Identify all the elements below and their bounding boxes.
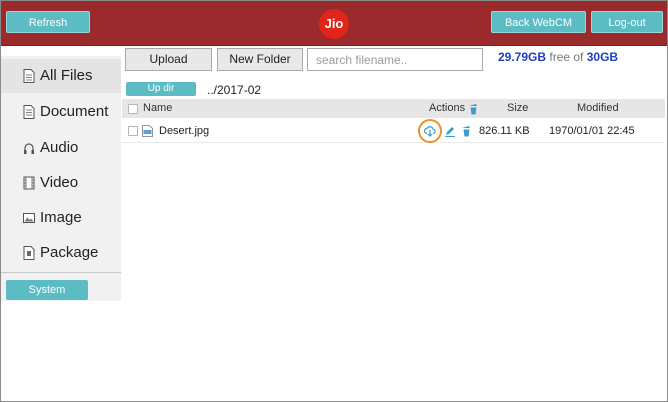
jio-logo: Jio <box>319 9 349 39</box>
search-input[interactable] <box>307 48 483 71</box>
file-size: 826.11 KB <box>479 125 530 137</box>
sidebar-divider <box>1 272 121 273</box>
storage-free-of: free of <box>549 50 584 64</box>
storage-total: 30GB <box>586 50 619 64</box>
edit-pencil-icon[interactable] <box>444 125 456 137</box>
delete-trash-icon[interactable] <box>461 125 472 137</box>
sidebar-item-label: Image <box>40 209 82 226</box>
sidebar-item-label: Package <box>40 244 99 261</box>
column-modified-header[interactable]: Modified <box>577 99 619 118</box>
row-checkbox[interactable] <box>128 126 138 136</box>
app-window: Refresh Jio Back WebCM Log-out All Files… <box>0 0 668 402</box>
logout-button[interactable]: Log-out <box>591 11 663 33</box>
upload-button[interactable]: Upload <box>125 48 212 71</box>
sidebar-item-audio[interactable]: Audio <box>1 131 121 165</box>
table-row[interactable]: Desert.jpg 826.11 KB 1970/01/01 22:45 <box>122 120 665 143</box>
delete-selected-icon[interactable] <box>468 103 479 115</box>
refresh-button[interactable]: Refresh <box>6 11 90 33</box>
new-folder-button[interactable]: New Folder <box>217 48 303 71</box>
download-icon[interactable] <box>424 125 436 137</box>
header-bar: Refresh Jio Back WebCM Log-out <box>1 1 667 46</box>
file-icon <box>23 69 35 83</box>
sidebar-item-label: Video <box>40 174 79 191</box>
headphones-icon <box>24 143 34 154</box>
column-actions-header: Actions <box>429 102 466 114</box>
up-dir-button[interactable]: Up dir <box>126 82 196 96</box>
sidebar-item-video[interactable]: Video <box>1 166 121 200</box>
image-icon <box>23 213 35 223</box>
column-size-header[interactable]: Size <box>507 99 528 118</box>
select-all-checkbox[interactable] <box>128 104 138 114</box>
storage-free: 29.79GB <box>498 50 547 64</box>
sidebar-item-label: Document <box>40 103 109 120</box>
table-header: Name Actions Size Modified <box>122 99 665 118</box>
film-icon <box>23 176 35 190</box>
sidebar-item-image[interactable]: Image <box>1 201 121 235</box>
package-icon <box>23 246 35 260</box>
jpg-file-icon <box>142 125 153 137</box>
sidebar: All Files Document Audio Video Image Pac… <box>1 56 121 301</box>
sidebar-item-package[interactable]: Package <box>1 236 121 270</box>
sidebar-item-label: All Files <box>40 67 93 84</box>
column-name-header[interactable]: Name <box>143 99 172 118</box>
storage-info: 29.79GB free of 30GB <box>498 50 618 64</box>
sidebar-item-label: Audio <box>40 139 79 156</box>
back-webcm-button[interactable]: Back WebCM <box>491 11 586 33</box>
file-modified: 1970/01/01 22:45 <box>549 125 635 137</box>
sidebar-item-document[interactable]: Document <box>1 95 121 129</box>
system-button[interactable]: System <box>6 280 88 300</box>
sidebar-item-all-files[interactable]: All Files <box>1 59 121 93</box>
document-icon <box>23 105 35 119</box>
current-path: ../2017-02 <box>207 83 262 97</box>
file-name[interactable]: Desert.jpg <box>159 120 209 142</box>
